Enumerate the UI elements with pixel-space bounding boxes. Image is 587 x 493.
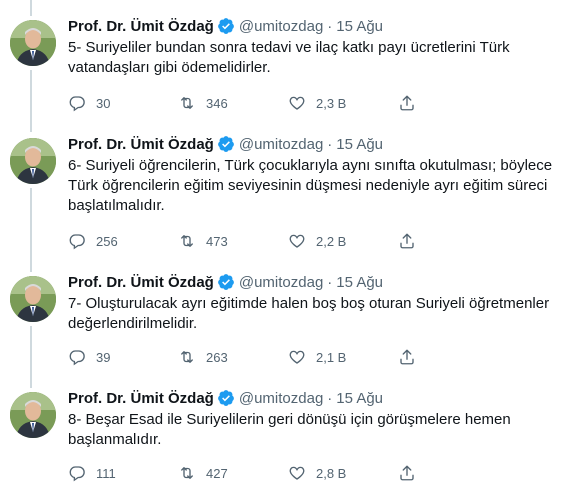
reply-icon	[69, 96, 85, 112]
reply-button[interactable]: 30	[68, 94, 178, 112]
separator: ·	[327, 17, 333, 35]
reply-count: 256	[96, 233, 118, 249]
author-handle[interactable]: @umitozdag	[239, 274, 323, 291]
like-button[interactable]: 2,2 B	[288, 232, 398, 250]
avatar[interactable]	[10, 276, 56, 322]
tweet-date[interactable]: 15 Ağu	[336, 18, 383, 35]
reply-icon	[69, 234, 85, 250]
retweet-count: 263	[206, 349, 228, 365]
author-name[interactable]: Prof. Dr. Ümit Özdağ	[68, 274, 214, 291]
tweet[interactable]: Prof. Dr. Ümit Özdağ @umitozdag · 15 Ağu…	[0, 134, 587, 254]
like-count: 2,8 B	[316, 465, 347, 481]
tweet[interactable]: Prof. Dr. Ümit Özdağ @umitozdag · 15 Ağu…	[0, 272, 587, 372]
share-icon	[400, 349, 414, 365]
retweet-count: 346	[206, 95, 228, 111]
tweet-header: Prof. Dr. Ümit Özdağ @umitozdag · 15 Ağu	[68, 272, 383, 292]
reply-button[interactable]: 39	[68, 348, 178, 366]
reply-count: 30	[96, 95, 111, 111]
share-icon	[400, 465, 414, 481]
share-icon	[400, 95, 414, 111]
retweet-count: 427	[206, 465, 228, 481]
author-handle[interactable]: @umitozdag	[239, 18, 323, 35]
verified-badge-icon	[217, 390, 234, 406]
retweet-count: 473	[206, 233, 228, 249]
author-name[interactable]: Prof. Dr. Ümit Özdağ	[68, 18, 214, 35]
heart-icon	[289, 96, 305, 110]
reply-icon	[69, 466, 85, 482]
like-button[interactable]: 2,3 B	[288, 94, 398, 112]
verified-badge-icon	[217, 136, 234, 152]
avatar[interactable]	[10, 138, 56, 184]
tweet[interactable]: Prof. Dr. Ümit Özdağ @umitozdag · 15 Ağu…	[0, 16, 587, 116]
tweet-header: Prof. Dr. Ümit Özdağ @umitozdag · 15 Ağu	[68, 16, 383, 36]
retweet-icon	[181, 467, 193, 479]
separator: ·	[327, 135, 333, 153]
tweet-actions: 30 346 2,3 B	[68, 93, 508, 113]
verified-badge-icon	[217, 18, 234, 34]
retweet-icon	[181, 235, 193, 247]
reply-count: 39	[96, 349, 111, 365]
tweet-header: Prof. Dr. Ümit Özdağ @umitozdag · 15 Ağu	[68, 134, 383, 154]
heart-icon	[289, 234, 305, 248]
share-button[interactable]	[398, 464, 508, 482]
retweet-icon	[181, 97, 193, 109]
reply-icon	[69, 350, 85, 366]
retweet-button[interactable]: 473	[178, 232, 288, 250]
share-button[interactable]	[398, 232, 508, 250]
verified-badge-icon	[217, 274, 234, 290]
separator: ·	[327, 273, 333, 291]
tweet-text: 5- Suriyeliler bundan sonra tedavi ve il…	[68, 39, 510, 76]
tweet-date[interactable]: 15 Ağu	[336, 274, 383, 291]
like-button[interactable]: 2,1 B	[288, 348, 398, 366]
tweet-text: 8- Beşar Esad ile Suriyelilerin geri dön…	[68, 411, 511, 448]
tweet-text: 6- Suriyeli öğrencilerin, Türk çocukları…	[68, 157, 553, 214]
heart-icon	[289, 466, 305, 480]
author-handle[interactable]: @umitozdag	[239, 136, 323, 153]
tweet-actions: 111 427 2,8 B	[68, 463, 508, 483]
author-handle[interactable]: @umitozdag	[239, 390, 323, 407]
retweet-button[interactable]: 346	[178, 94, 288, 112]
author-name[interactable]: Prof. Dr. Ümit Özdağ	[68, 136, 214, 153]
avatar[interactable]	[10, 20, 56, 66]
like-button[interactable]: 2,8 B	[288, 464, 398, 482]
author-name[interactable]: Prof. Dr. Ümit Özdağ	[68, 390, 214, 407]
share-icon	[400, 233, 414, 249]
share-button[interactable]	[398, 94, 508, 112]
like-count: 2,1 B	[316, 349, 347, 365]
thread-line	[30, 0, 32, 16]
reply-button[interactable]: 111	[68, 464, 178, 482]
tweet-actions: 256 473 2,2 B	[68, 231, 508, 251]
like-count: 2,3 B	[316, 95, 347, 111]
retweet-button[interactable]: 427	[178, 464, 288, 482]
tweet-date[interactable]: 15 Ağu	[336, 390, 383, 407]
tweet[interactable]: Prof. Dr. Ümit Özdağ @umitozdag · 15 Ağu…	[0, 388, 587, 488]
reply-count: 111	[96, 465, 116, 481]
avatar[interactable]	[10, 392, 56, 438]
tweet-text: 7- Oluşturulacak ayrı eğitimde halen boş…	[68, 295, 550, 332]
tweet-header: Prof. Dr. Ümit Özdağ @umitozdag · 15 Ağu	[68, 388, 383, 408]
tweet-date[interactable]: 15 Ağu	[336, 136, 383, 153]
heart-icon	[289, 350, 305, 364]
separator: ·	[327, 389, 333, 407]
reply-button[interactable]: 256	[68, 232, 178, 250]
retweet-icon	[181, 351, 193, 363]
retweet-button[interactable]: 263	[178, 348, 288, 366]
share-button[interactable]	[398, 348, 508, 366]
tweet-actions: 39 263 2,1 B	[68, 347, 508, 367]
like-count: 2,2 B	[316, 233, 347, 249]
